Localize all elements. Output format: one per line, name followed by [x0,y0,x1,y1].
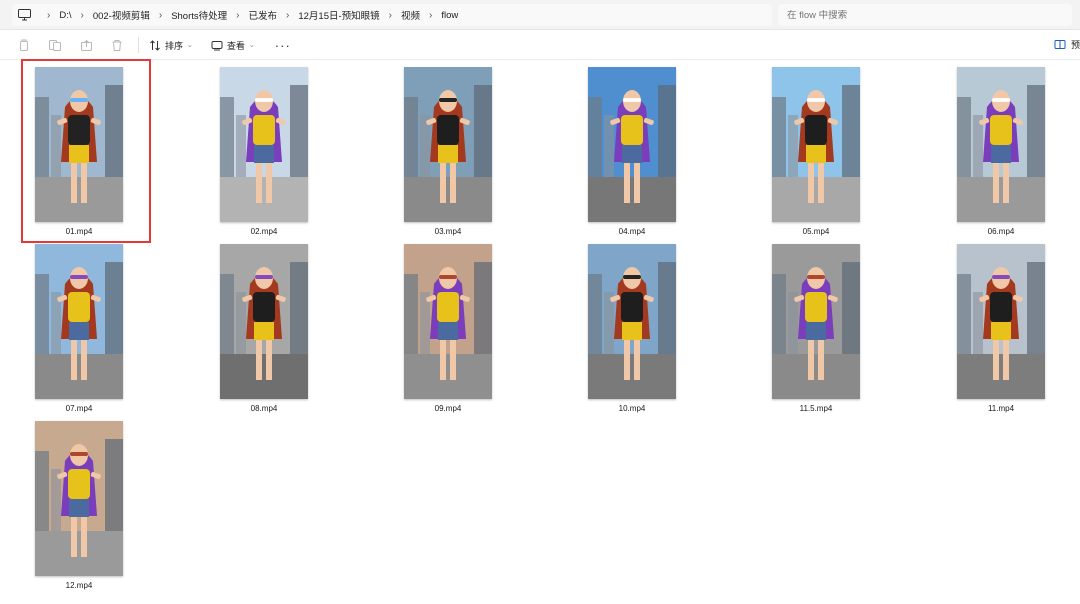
sort-button[interactable]: 排序 ⌄ [149,39,193,52]
video-thumbnail[interactable] [220,244,308,399]
breadcrumb-item-date-folder[interactable]: 12月15日-预知眼镜 [298,8,379,22]
file-item[interactable]: 02.mp4 [214,61,314,241]
file-name: 08.mp4 [250,404,278,413]
chevron-right-icon: › [286,9,290,21]
file-name: 11.mp4 [987,404,1015,413]
file-item[interactable]: 11.mp4 [951,238,1051,418]
file-name: 12.mp4 [65,581,93,590]
breadcrumb-item-flow[interactable]: flow [441,10,458,21]
chevron-down-icon: ⌄ [187,42,193,49]
address-bar-row: › D:\ › 002-视频剪辑 › Shorts待处理 › 已发布 › 12月… [0,0,1080,30]
chevron-right-icon: › [429,9,433,21]
delete-icon[interactable] [109,37,125,53]
video-thumbnail[interactable] [404,67,492,222]
file-item[interactable]: 04.mp4 [582,61,682,241]
breadcrumb-item-shorts[interactable]: Shorts待处理 [171,8,227,22]
video-thumbnail[interactable] [588,67,676,222]
file-name: 05.mp4 [802,227,830,236]
copy-icon[interactable] [16,37,32,53]
paste-icon[interactable] [47,37,63,53]
chevron-right-icon: › [47,9,51,21]
file-name: 06.mp4 [987,227,1015,236]
file-name: 10.mp4 [618,404,646,413]
search-input[interactable] [787,9,1072,21]
address-bar[interactable]: › D:\ › 002-视频剪辑 › Shorts待处理 › 已发布 › 12月… [12,4,772,26]
video-thumbnail[interactable] [220,67,308,222]
sort-label: 排序 [165,40,184,51]
file-item[interactable]: 10.mp4 [582,238,682,418]
video-thumbnail[interactable] [35,244,123,399]
view-icon [211,40,223,50]
file-name: 11.5.mp4 [799,404,833,413]
breadcrumb-item-editing[interactable]: 002-视频剪辑 [93,8,150,22]
chevron-right-icon: › [388,9,393,21]
toolbar-divider [138,37,139,53]
file-item[interactable]: 08.mp4 [214,238,314,418]
video-thumbnail[interactable] [772,244,860,399]
chevron-right-icon: › [80,9,84,21]
file-name: 04.mp4 [618,227,646,236]
sort-icon [150,39,160,51]
file-item[interactable]: 12.mp4 [29,415,129,595]
file-grid: 01.mp4 02.mp4 03.mp4 04.mp4 05.mp4 06.mp4 07.m… [0,59,1080,604]
file-item[interactable]: 09.mp4 [398,238,498,418]
file-item[interactable]: 11.5.mp4 [766,238,866,418]
command-toolbar: 排序 ⌄ 查看 ⌄ ··· 预 [0,31,1080,60]
file-name: 02.mp4 [250,227,278,236]
breadcrumb-item-published[interactable]: 已发布 [249,8,278,22]
file-name: 03.mp4 [434,227,462,236]
file-name: 09.mp4 [434,404,462,413]
view-label: 查看 [226,40,245,51]
video-thumbnail[interactable] [772,67,860,222]
view-button[interactable]: 查看 ⌄ [211,39,255,52]
more-options-button[interactable]: ··· [275,38,291,53]
video-thumbnail[interactable] [404,244,492,399]
file-item[interactable]: 05.mp4 [766,61,866,241]
video-thumbnail[interactable] [957,244,1045,399]
video-thumbnail[interactable] [588,244,676,399]
file-item[interactable]: 07.mp4 [29,238,129,418]
chevron-right-icon: › [158,9,163,21]
search-box[interactable] [778,4,1072,26]
chevron-down-icon: ⌄ [248,42,255,49]
file-item[interactable]: 03.mp4 [398,61,498,241]
file-item[interactable]: 01.mp4 [21,59,151,243]
file-name: 01.mp4 [65,227,93,236]
video-thumbnail[interactable] [35,421,123,576]
breadcrumb-item-drive[interactable]: D:\ [59,10,71,21]
preview-label: 预 [1070,40,1080,50]
video-thumbnail[interactable] [957,67,1045,222]
share-icon[interactable] [78,37,94,53]
video-thumbnail[interactable] [35,67,123,222]
this-pc-icon[interactable] [18,8,32,22]
file-name: 07.mp4 [65,404,93,413]
breadcrumb-item-video[interactable]: 视频 [401,8,420,22]
chevron-right-icon: › [236,9,240,21]
file-item[interactable]: 06.mp4 [951,61,1051,241]
preview-pane-button[interactable]: 预 [1054,38,1080,51]
preview-pane-icon [1054,40,1066,49]
